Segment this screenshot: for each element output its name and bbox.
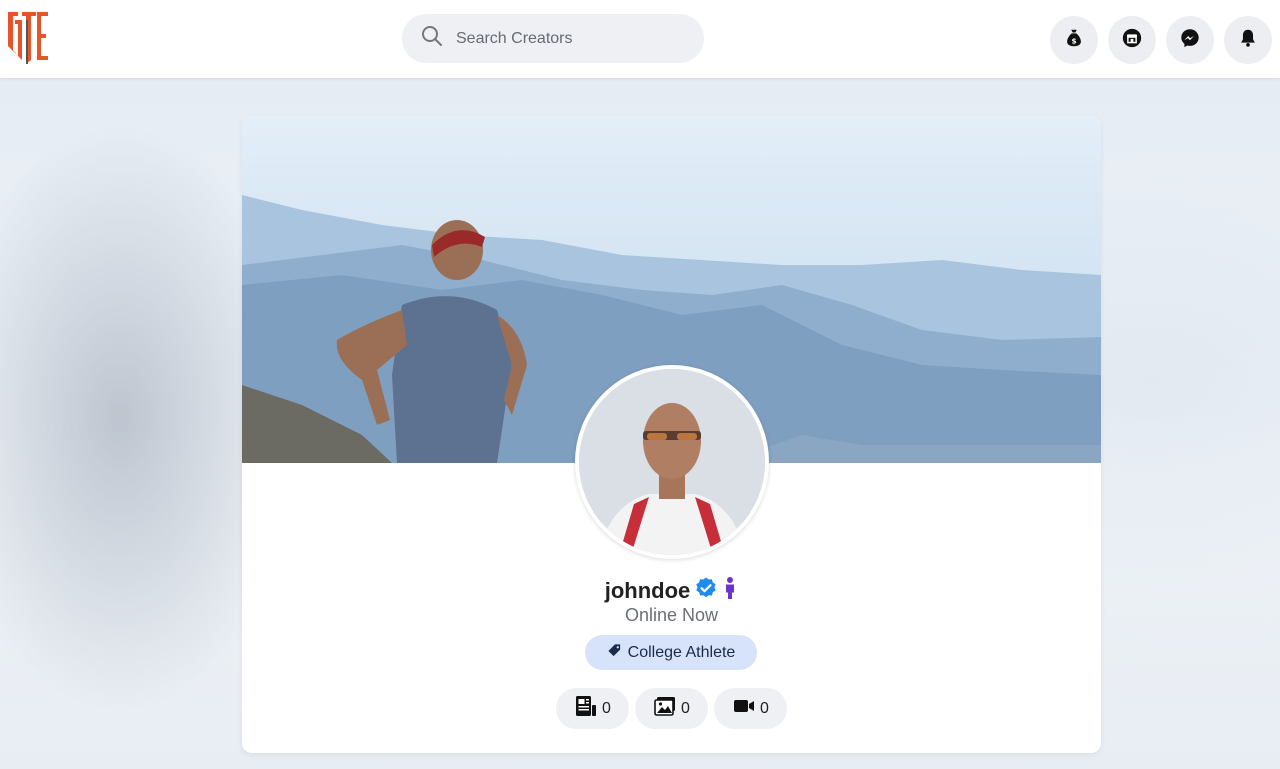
profile-card: johndoe Online Now College Athlete 0 0 0 bbox=[242, 115, 1101, 753]
person-icon bbox=[722, 576, 738, 605]
gte-logo[interactable] bbox=[6, 10, 50, 64]
svg-text:$: $ bbox=[1071, 36, 1076, 45]
videos-icon bbox=[732, 694, 756, 723]
online-status: Online Now bbox=[624, 605, 719, 625]
verified-badge-icon bbox=[694, 576, 718, 605]
photos-count-button[interactable]: 0 bbox=[635, 688, 708, 729]
category-label: College Athlete bbox=[627, 643, 736, 661]
header-actions: $ bbox=[1050, 16, 1272, 64]
posts-count-button[interactable]: 0 bbox=[556, 688, 629, 729]
photos-count: 0 bbox=[681, 699, 690, 717]
content-stats: 0 0 0 bbox=[242, 688, 1101, 729]
username-row: johndoe bbox=[242, 576, 1101, 605]
search-icon bbox=[420, 24, 444, 53]
tag-icon bbox=[607, 643, 622, 663]
username: johndoe bbox=[604, 577, 691, 603]
category-tag[interactable]: College Athlete bbox=[585, 635, 757, 670]
money-bag-button[interactable]: $ bbox=[1050, 16, 1098, 64]
videos-count: 0 bbox=[760, 699, 769, 717]
profile-avatar[interactable] bbox=[575, 365, 769, 559]
search-input[interactable] bbox=[456, 29, 676, 48]
messenger-button[interactable] bbox=[1166, 16, 1214, 64]
store-button[interactable] bbox=[1108, 16, 1156, 64]
posts-count: 0 bbox=[602, 699, 611, 717]
videos-count-button[interactable]: 0 bbox=[714, 688, 787, 729]
posts-icon bbox=[574, 694, 598, 723]
top-navbar: $ bbox=[0, 0, 1280, 78]
search-bar[interactable] bbox=[402, 14, 704, 63]
money-bag-icon: $ bbox=[1063, 27, 1085, 54]
store-icon bbox=[1121, 27, 1143, 54]
photos-icon bbox=[653, 694, 677, 723]
messenger-icon bbox=[1179, 27, 1201, 54]
bell-icon bbox=[1237, 27, 1259, 54]
notifications-button[interactable] bbox=[1224, 16, 1272, 64]
